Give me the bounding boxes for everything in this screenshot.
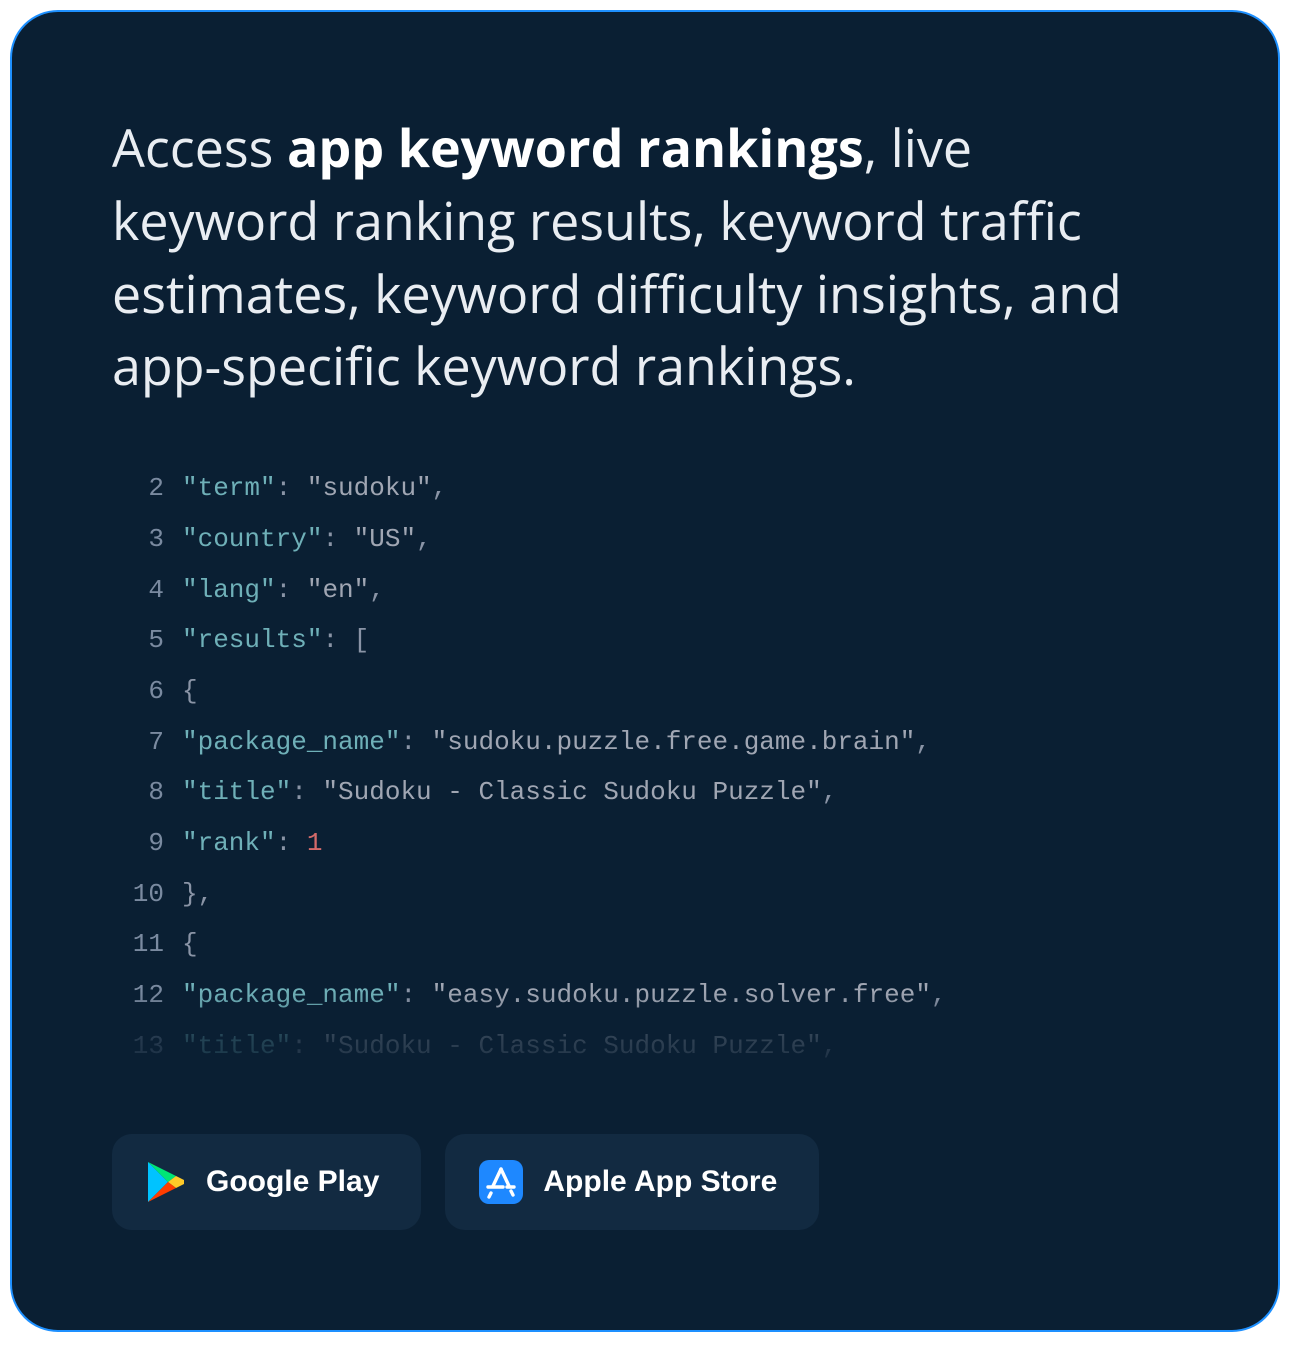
line-number: 12 <box>112 970 164 1021</box>
google-play-icon <box>146 1160 186 1204</box>
line-number: 7 <box>112 717 164 768</box>
code-line: 6{ <box>112 666 1178 717</box>
code-content: "rank": 1 <box>182 818 322 869</box>
code-sample: 2 "term": "sudoku", 3 "country": "US", 4 "lan… <box>112 463 1178 1111</box>
code-content: "results": [ <box>182 615 369 666</box>
line-number: 3 <box>112 514 164 565</box>
code-content: "title": "Sudoku - Classic Sudoku Puzzle… <box>182 767 837 818</box>
google-play-label: Google Play <box>206 1165 379 1199</box>
google-play-button[interactable]: Google Play <box>112 1134 421 1230</box>
line-number: 4 <box>112 565 164 616</box>
line-number: 2 <box>112 463 164 514</box>
code-line: 8 "title": "Sudoku - Classic Sudoku Puzzl… <box>112 767 1178 818</box>
code-line: 9 "rank": 1 <box>112 818 1178 869</box>
line-number: 5 <box>112 615 164 666</box>
line-number: 9 <box>112 818 164 869</box>
headline: Access app keyword rankings, live keywor… <box>112 112 1178 403</box>
apple-app-store-button[interactable]: Apple App Store <box>445 1134 819 1230</box>
code-line: 5 "results": [ <box>112 615 1178 666</box>
code-content: "package_name": "easy.sudoku.puzzle.solv… <box>182 970 947 1021</box>
line-number: 11 <box>112 919 164 970</box>
code-line: 10}, <box>112 869 1178 920</box>
code-content: "country": "US", <box>182 514 432 565</box>
line-number: 10 <box>112 869 164 920</box>
code-line: 3 "country": "US", <box>112 514 1178 565</box>
code-line: 2 "term": "sudoku", <box>112 463 1178 514</box>
line-number: 13 <box>112 1021 164 1072</box>
line-number: 6 <box>112 666 164 717</box>
store-buttons-row: Google Play Apple App Store <box>112 1134 819 1230</box>
headline-pre: Access <box>112 112 287 183</box>
code-content: "title": "Sudoku - Classic Sudoku Puzzle… <box>182 1021 837 1072</box>
code-content: }, <box>182 869 213 920</box>
code-line: 11 { <box>112 919 1178 970</box>
code-content: { <box>182 919 198 970</box>
code-line: 4 "lang": "en", <box>112 565 1178 616</box>
apple-app-store-label: Apple App Store <box>543 1165 777 1199</box>
headline-strong: app keyword rankings <box>287 112 864 183</box>
code-line: 13 "title": "Sudoku - Classic Sudoku Puzz… <box>112 1021 1178 1072</box>
code-line: 12 "package_name": "easy.sudoku.puzzle.so… <box>112 970 1178 1021</box>
code-line: 7 "package_name": "sudoku.puzzle.free.gam… <box>112 717 1178 768</box>
code-content: { <box>182 666 198 717</box>
code-content: "lang": "en", <box>182 565 385 616</box>
line-number: 8 <box>112 767 164 818</box>
app-store-icon <box>479 1160 523 1204</box>
feature-card: Access app keyword rankings, live keywor… <box>10 10 1280 1332</box>
code-content: "package_name": "sudoku.puzzle.free.game… <box>182 717 931 768</box>
code-content: "term": "sudoku", <box>182 463 447 514</box>
